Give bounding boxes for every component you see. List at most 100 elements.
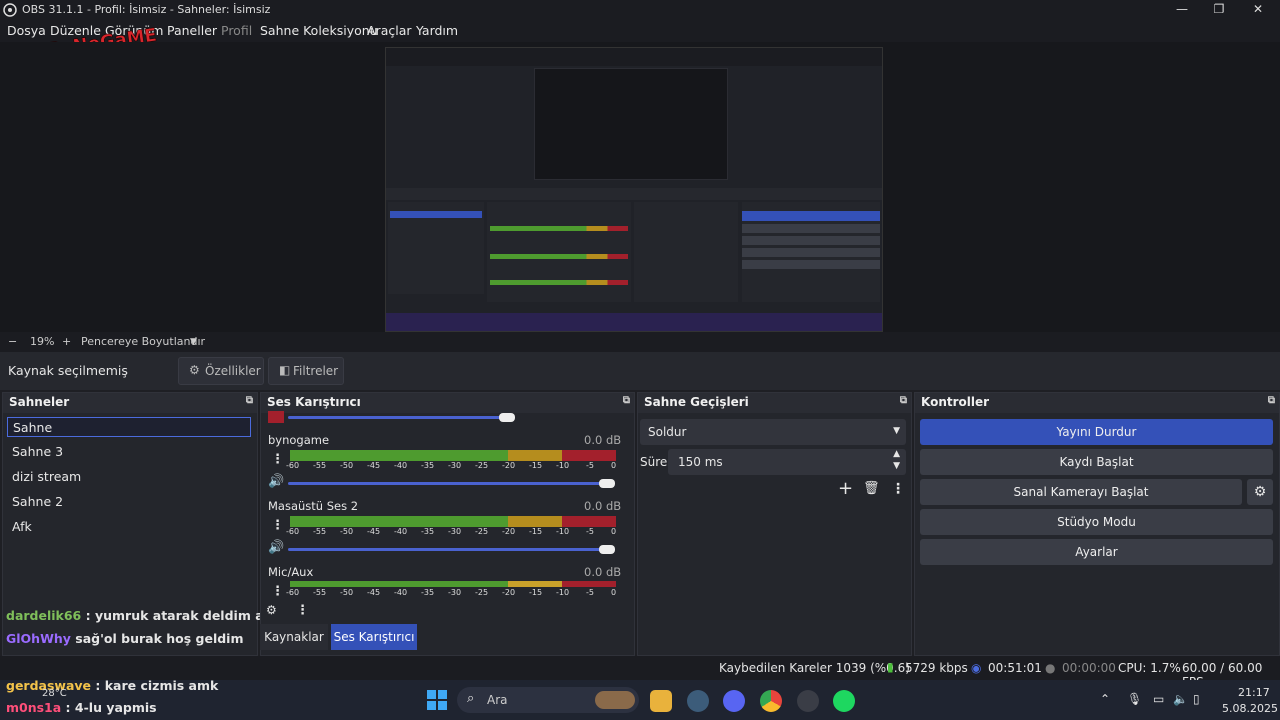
search-icon: ⌕ [467, 691, 475, 706]
tick-label: -20 [502, 461, 516, 470]
meter-yellow [508, 516, 562, 527]
channel-name: Masaüstü Ses 2 [268, 499, 359, 513]
scene-item[interactable]: Sahne 3 [7, 442, 251, 462]
volume-slider[interactable] [288, 416, 506, 419]
undock-icon[interactable]: ⧉ [900, 395, 907, 406]
tick-label: -15 [529, 461, 543, 470]
tick-label: -50 [340, 588, 354, 597]
virtual-camera-settings-icon[interactable]: ⚙ [1247, 479, 1273, 505]
search-highlight-image [595, 691, 635, 709]
discord-icon[interactable] [723, 690, 745, 712]
controls-title: Kontroller [921, 395, 990, 409]
filter-icon: ◧ [279, 363, 291, 377]
zoom-in-button[interactable]: + [62, 335, 71, 348]
tick-label: -25 [475, 527, 489, 536]
channel-menu-icon[interactable]: ⋮ [271, 584, 284, 599]
zoom-out-button[interactable]: − [8, 335, 17, 348]
filters-button[interactable]: ◧ Filtreler [268, 357, 344, 385]
chat-user: dardelik66 [6, 608, 82, 623]
tab-audio-mixer[interactable]: Ses Karıştırıcı [331, 624, 417, 650]
trash-icon[interactable]: 🗑 [863, 481, 880, 496]
tab-sources[interactable]: Kaynaklar [260, 624, 328, 650]
mixer-menu-icon[interactable]: ⋮ [296, 603, 309, 618]
clock-time[interactable]: 21:17 [1238, 686, 1270, 699]
stop-streaming-button[interactable]: Yayını Durdur [920, 419, 1273, 445]
undock-icon[interactable]: ⧉ [246, 395, 253, 406]
tick-label: -35 [421, 461, 435, 470]
speaker-icon[interactable]: 🔊 [268, 474, 284, 489]
weather-temp[interactable]: 28°C [42, 688, 67, 699]
duration-input[interactable]: 150 ms ▲ ▼ [668, 449, 906, 475]
fit-to-window-label[interactable]: Pencereye Boyutlandır [81, 335, 205, 348]
obs-taskbar-icon[interactable] [797, 690, 819, 712]
menu-help[interactable]: Yardım [416, 23, 458, 38]
scene-item[interactable]: Sahne [7, 417, 251, 437]
chrome-icon[interactable] [760, 690, 782, 712]
tick-label: 0 [611, 527, 617, 536]
properties-button[interactable]: ⚙ Özellikler [178, 357, 264, 385]
chevron-down-icon[interactable]: ▼ [893, 461, 900, 471]
dropped-frames: Kaybedilen Kareler 1039 (%0.6) [719, 661, 910, 675]
start-recording-button[interactable]: Kaydı Başlat [920, 449, 1273, 475]
menu-tools[interactable]: Araçlar [367, 23, 412, 38]
advanced-audio-icon[interactable]: ⚙ [266, 603, 277, 617]
menu-profile[interactable]: Profil [221, 23, 252, 38]
tick-label: 0 [611, 461, 617, 470]
menu-scene-collection[interactable]: Sahne Koleksiyonu [260, 23, 378, 38]
undock-icon[interactable]: ⧉ [1268, 395, 1275, 406]
studio-mode-button[interactable]: Stüdyo Modu [920, 509, 1273, 535]
tick-label: -45 [367, 588, 381, 597]
volume-slider[interactable] [288, 548, 610, 551]
file-explorer-icon[interactable] [650, 690, 672, 712]
speaker-icon[interactable]: 🔊 [268, 540, 284, 555]
settings-button[interactable]: Ayarlar [920, 539, 1273, 565]
volume-slider-handle[interactable] [499, 413, 515, 422]
title-bar: OBS 31.1.1 - Profil: İsimsiz - Sahneler:… [0, 0, 1280, 20]
meter-yellow [508, 450, 562, 461]
volume-slider[interactable] [288, 482, 610, 485]
minimize-button[interactable]: — [1167, 2, 1197, 18]
channel-db: 0.0 dB [584, 433, 622, 447]
undock-icon[interactable]: ⧉ [623, 395, 630, 406]
chevron-down-icon[interactable]: ▼ [190, 337, 197, 347]
tick-label: -5 [586, 461, 594, 470]
meter-red [562, 450, 616, 461]
windows-start-icon[interactable] [426, 689, 448, 711]
battery-icon[interactable]: ▯ [1193, 692, 1200, 706]
scenes-title: Sahneler [9, 395, 70, 409]
volume-slider-handle[interactable] [599, 479, 615, 488]
transition-menu-icon[interactable]: ⋮ [891, 481, 905, 497]
maximize-button[interactable]: ❐ [1204, 2, 1234, 18]
tick-label: -55 [313, 527, 327, 536]
microphone-icon[interactable]: 🎙 [1127, 692, 1142, 706]
monitor-icon[interactable]: ▭ [1153, 692, 1164, 706]
tick-label: -25 [475, 588, 489, 597]
duration-value: 150 ms [678, 455, 723, 469]
chevron-up-icon[interactable]: ⌃ [1100, 692, 1110, 706]
tick-label: -30 [448, 461, 462, 470]
tick-label: -35 [421, 588, 435, 597]
tick-label: -40 [394, 588, 408, 597]
volume-icon[interactable]: 🔈 [1173, 692, 1188, 706]
chevron-up-icon[interactable]: ▲ [893, 449, 900, 459]
channel-menu-icon[interactable]: ⋮ [271, 452, 284, 467]
obs-logo-icon [3, 3, 17, 17]
taskbar-search[interactable]: ⌕ Ara [457, 687, 639, 713]
volume-slider-handle[interactable] [599, 545, 615, 554]
level-meter [288, 581, 616, 587]
clock-date[interactable]: 5.08.2025 [1222, 702, 1278, 715]
scene-item[interactable]: Sahne 2 [7, 492, 251, 512]
window-title: OBS 31.1.1 - Profil: İsimsiz - Sahneler:… [22, 3, 271, 16]
transition-select[interactable]: Soldur ▼ [640, 419, 906, 445]
scene-item[interactable]: dizi stream [7, 467, 251, 487]
meter-red [562, 581, 616, 587]
start-virtual-camera-button[interactable]: Sanal Kamerayı Başlat [920, 479, 1242, 505]
scene-item[interactable]: Afk [7, 517, 251, 537]
channel-menu-icon[interactable]: ⋮ [271, 518, 284, 533]
spotify-icon[interactable] [833, 690, 855, 712]
add-transition-icon[interactable]: + [838, 478, 853, 499]
tick-label: -60 [286, 461, 300, 470]
whatsapp-icon[interactable] [687, 690, 709, 712]
close-button[interactable]: ✕ [1243, 2, 1273, 18]
gear-icon: ⚙ [189, 363, 200, 377]
